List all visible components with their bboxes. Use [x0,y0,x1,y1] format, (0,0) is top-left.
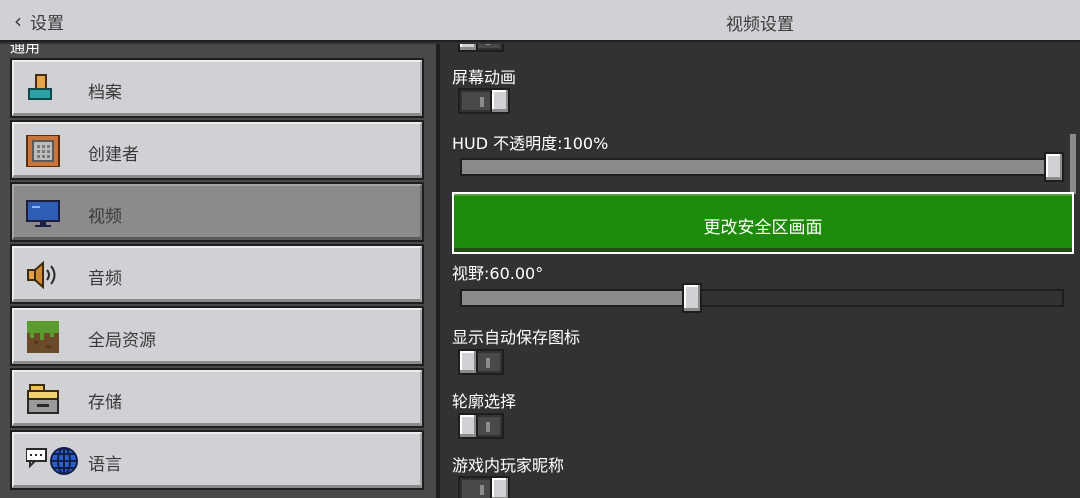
sidebar-item-creator[interactable]: 创建者 [10,120,424,180]
sidebar-item-language[interactable]: 语言 [10,430,424,490]
back-button-label: 设置 [30,13,64,34]
sidebar-item-label: 创建者 [88,145,139,165]
screen-animation-toggle[interactable] [458,88,510,114]
ingame-nametags-label: 游戏内玩家昵称 [452,456,565,475]
change-safe-zone-button-label: 更改安全区画面 [703,218,823,238]
sidebar-item-label: 全局资源 [88,331,156,351]
slider-thumb[interactable] [682,283,702,313]
sidebar-item-profile[interactable]: 档案 [10,58,424,118]
autosave-icon-label: 显示自动保存图标 [452,328,581,347]
language-icon [25,445,78,477]
scrollbar[interactable] [1070,134,1076,194]
sidebar-item-label: 语言 [88,455,122,475]
autosave-icon-toggle[interactable] [458,349,504,375]
toggle-previous-setting[interactable] [458,44,504,52]
header-bar: ‹ 设置 视频设置 [0,0,1080,42]
back-button[interactable]: ‹ 设置 [14,9,64,34]
sidebar-item-audio[interactable]: 音频 [10,244,424,304]
outline-selection-label: 轮廓选择 [452,392,517,411]
sidebar-item-video[interactable]: 视频 [10,182,424,242]
monitor-icon [26,197,60,229]
profile-icon [26,73,60,105]
change-safe-zone-button[interactable]: 更改安全区画面 [452,192,1074,254]
grass-block-icon [26,321,60,353]
sidebar-item-label: 音频 [88,269,122,289]
hud-opacity-label: HUD 不透明度:100% [452,134,609,153]
hud-opacity-slider[interactable] [460,152,1064,182]
storage-icon [26,383,60,415]
sidebar-item-global-resources[interactable]: 全局资源 [10,306,424,366]
outline-selection-toggle[interactable] [458,413,504,439]
ingame-nametags-toggle[interactable] [458,476,510,498]
sidebar-item-label: 存储 [88,393,122,413]
sidebar-item-label: 档案 [88,83,122,103]
screen-animation-label: 屏幕动画 [452,68,517,87]
chevron-left-icon: ‹ [14,9,22,33]
sidebar-item-label: 视频 [88,207,122,227]
creator-icon [26,134,60,168]
speaker-icon [26,259,60,291]
sidebar-item-storage[interactable]: 存储 [10,368,424,428]
sidebar-section-label: 通用 [10,44,41,56]
slider-fill [460,158,1054,176]
slider-fill [460,289,692,307]
page-title: 视频设置 [726,15,794,35]
settings-panel: 屏幕动画 HUD 不透明度:100% 更改安全区画面 视野:60.00° 显示自… [440,44,1080,498]
fov-slider[interactable] [460,283,1064,313]
sidebar: 通用 档案 创建者 视频 音频 全局资源 存储 语言 [0,44,436,498]
fov-label: 视野:60.00° [452,264,544,283]
slider-thumb[interactable] [1044,152,1064,182]
